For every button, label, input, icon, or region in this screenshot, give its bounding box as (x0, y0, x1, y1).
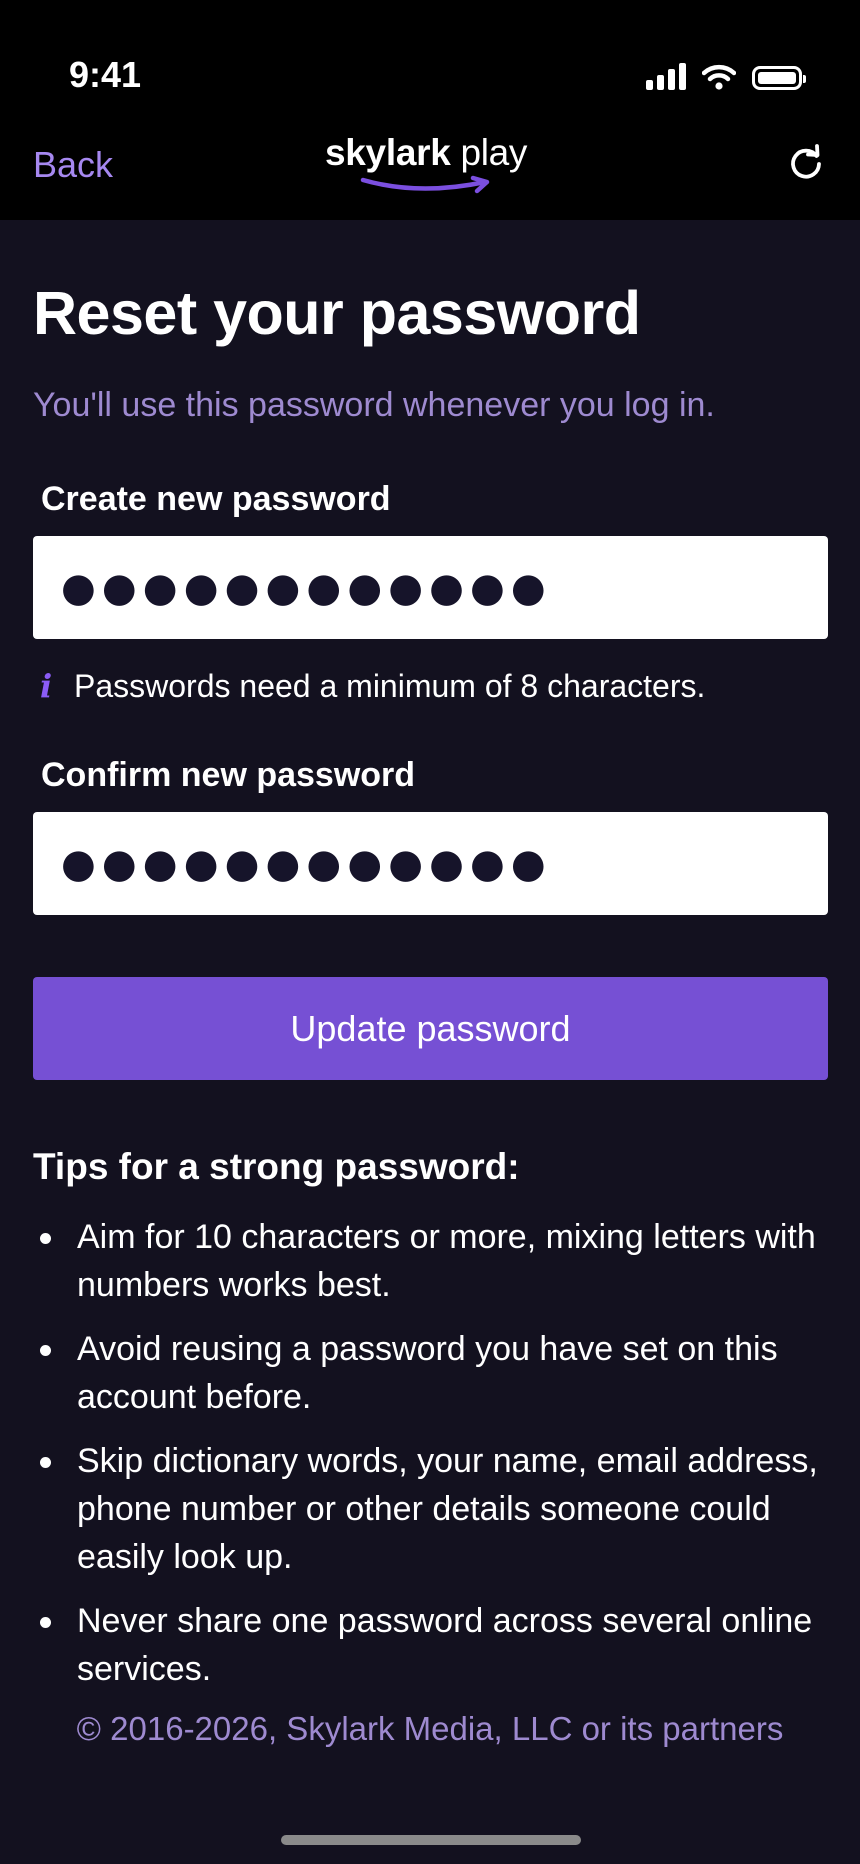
status-icons (646, 62, 806, 90)
confirm-password-label: Confirm new password (41, 756, 416, 794)
tip-item: Skip dictionary words, your name, email … (33, 1437, 833, 1581)
tips-list: Aim for 10 characters or more, mixing le… (33, 1213, 833, 1709)
new-password-label: Create new password (41, 480, 391, 518)
logo-swoosh-icon (360, 175, 490, 194)
password-hint: i Passwords need a minimum of 8 characte… (40, 667, 705, 705)
tip-item: Aim for 10 characters or more, mixing le… (33, 1213, 833, 1309)
reset-password-screen: 9:41 Back skylark play Reset your passwo… (0, 0, 860, 1864)
tip-item: Avoid reusing a password you have set on… (33, 1325, 833, 1421)
tip-item: Never share one password across several … (33, 1597, 833, 1693)
back-button[interactable]: Back (33, 144, 113, 186)
confirm-password-value: ●●●●●●●●●●●● (61, 840, 552, 887)
home-indicator[interactable] (281, 1835, 581, 1845)
update-password-button[interactable]: Update password (33, 977, 828, 1080)
battery-icon (752, 66, 806, 90)
logo-light-text: play (460, 132, 528, 173)
wifi-icon (702, 64, 736, 90)
new-password-value: ●●●●●●●●●●●● (61, 564, 552, 611)
skylark-play-logo: skylark play (325, 132, 545, 202)
copyright-footer: © 2016-2026, Skylark Media, LLC or its p… (76, 1710, 784, 1747)
new-password-field[interactable]: ●●●●●●●●●●●● (33, 536, 828, 639)
page-title: Reset your password (33, 279, 641, 347)
status-time: 9:41 (69, 54, 142, 95)
signal-icon (646, 62, 686, 90)
refresh-icon[interactable] (786, 144, 826, 184)
password-hint-text: Passwords need a minimum of 8 characters… (74, 667, 706, 704)
header: 9:41 Back skylark play (0, 0, 860, 220)
page-subtitle: You'll use this password whenever you lo… (33, 386, 715, 424)
info-icon: i (40, 667, 53, 705)
logo-bold-text: skylark (325, 132, 451, 173)
tips-title: Tips for a strong password: (33, 1146, 520, 1187)
confirm-password-field[interactable]: ●●●●●●●●●●●● (33, 812, 828, 915)
